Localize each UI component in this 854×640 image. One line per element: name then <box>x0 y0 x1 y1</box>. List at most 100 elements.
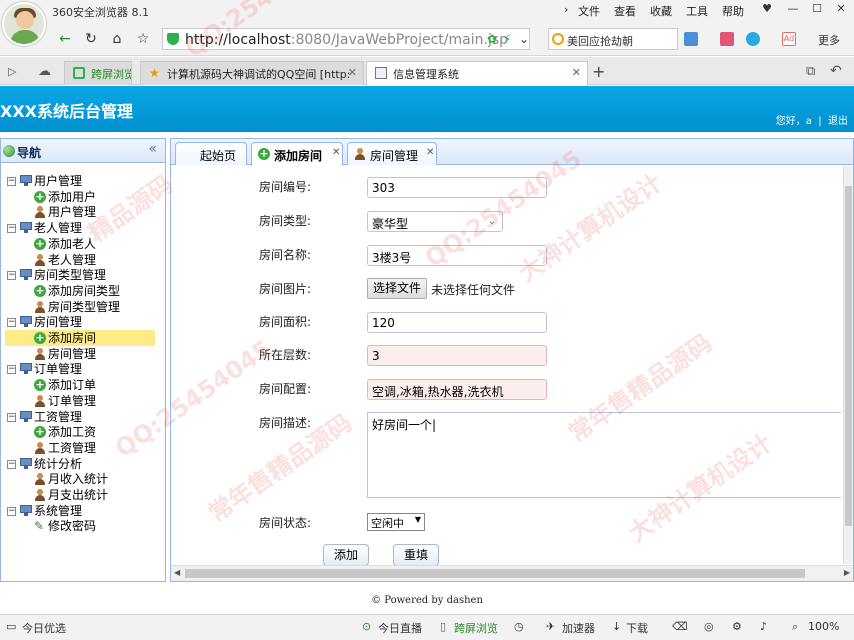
url-bar[interactable]: http://localhost:8080/JavaWebProject/mai… <box>162 28 530 50</box>
nav-item[interactable]: 工资管理 <box>5 440 155 456</box>
nav-item[interactable]: 月支出统计 <box>5 487 155 503</box>
scroll-left-icon[interactable]: ◀ <box>174 568 180 577</box>
add-button[interactable]: 添加 <box>323 544 369 566</box>
search-box[interactable]: 美回应抢劫朝 <box>548 28 678 50</box>
user-avatar[interactable] <box>2 2 46 46</box>
tab-add-room[interactable]: + 添加房间 ✕ <box>251 142 343 166</box>
extension-translate-icon[interactable] <box>720 32 734 46</box>
menu-chevron-icon[interactable]: › <box>564 3 568 16</box>
reset-button[interactable]: 重填 <box>393 544 439 566</box>
more-menu[interactable]: 更多 <box>818 32 840 48</box>
minimize-icon[interactable]: — <box>782 2 804 18</box>
cleanup-icon[interactable]: ⌫ <box>672 620 688 633</box>
room-area-input[interactable]: 120 <box>367 312 547 333</box>
collapse-toggle-icon[interactable]: − <box>7 365 16 375</box>
clock-icon[interactable]: ◷ <box>514 620 524 633</box>
sound-icon[interactable]: ♪ <box>760 620 767 633</box>
speed-mode-icon[interactable]: ⚡ <box>503 32 511 46</box>
home-icon[interactable]: ⌂ <box>108 30 126 48</box>
collapse-toggle-icon[interactable]: − <box>7 177 16 186</box>
nav-group[interactable]: − 老人管理 <box>1 220 165 236</box>
collapse-toggle-icon[interactable]: − <box>7 506 16 516</box>
skin-icon[interactable]: ♥ <box>756 2 778 18</box>
scroll-right-icon[interactable]: ▶ <box>844 568 850 577</box>
nav-item[interactable]: + 添加订单 <box>5 377 155 393</box>
nav-group[interactable]: − 房间类型管理 <box>1 267 165 283</box>
menu-view[interactable]: 查看 <box>614 3 636 19</box>
nav-item[interactable]: 房间类型管理 <box>5 299 155 315</box>
status-cross-screen[interactable]: 跨屏浏览 <box>454 620 498 636</box>
nav-item[interactable]: + 添加用户 <box>5 189 155 205</box>
status-accelerator[interactable]: 加速器 <box>562 620 595 636</box>
close-window-icon[interactable]: ✕ <box>830 2 852 18</box>
collapse-toggle-icon[interactable]: − <box>7 459 16 469</box>
cloud-icon[interactable]: ☁ <box>38 64 51 79</box>
nav-item[interactable]: + 添加房间 <box>5 330 155 346</box>
compat-mode-icon[interactable]: ✿ <box>487 32 497 46</box>
today-picks[interactable]: 今日优选 <box>22 620 66 636</box>
horizontal-scrollbar[interactable]: ◀ ▶ <box>171 565 853 581</box>
nav-group[interactable]: − 系统管理 <box>1 503 165 519</box>
floor-input[interactable]: 3 <box>367 345 547 366</box>
menu-file[interactable]: 文件 <box>578 3 600 19</box>
menu-help[interactable]: 帮助 <box>722 3 744 19</box>
tab-home[interactable]: 起始页 <box>175 142 247 165</box>
nav-item[interactable]: + 添加老人 <box>5 236 155 252</box>
nav-group[interactable]: − 工资管理 <box>1 409 165 425</box>
nav-item[interactable]: 老人管理 <box>5 252 155 268</box>
nav-item[interactable]: 月收入统计 <box>5 471 155 487</box>
collapse-toggle-icon[interactable]: − <box>7 271 16 281</box>
nav-item[interactable]: 房间管理 <box>5 346 155 362</box>
vertical-scrollbar[interactable] <box>843 166 853 564</box>
back-icon[interactable]: ← <box>56 30 74 48</box>
collapse-icon[interactable]: « <box>148 141 157 157</box>
room-no-input[interactable]: 303 <box>367 177 547 198</box>
browser-tab-cross-screen[interactable]: 跨屏浏览 <box>64 61 132 85</box>
close-tab-icon[interactable]: ✕ <box>348 66 357 79</box>
collapse-toggle-icon[interactable]: − <box>7 318 16 328</box>
tools-icon[interactable]: ⚙ <box>732 620 742 633</box>
browser-tab-qq-space[interactable]: ★ 计算机源码大神调试的QQ空间 [http: ✕ <box>140 61 364 85</box>
sidebar-toggle-icon[interactable]: ▷ <box>8 65 16 78</box>
collapse-toggle-icon[interactable]: − <box>7 412 16 422</box>
nav-item[interactable]: + 添加工资 <box>5 424 155 440</box>
nav-item[interactable]: ✎ 修改密码 <box>5 518 155 534</box>
logout-link[interactable]: 退出 <box>828 116 848 127</box>
nav-item[interactable]: + 添加房间类型 <box>5 283 155 299</box>
nav-item[interactable]: 订单管理 <box>5 393 155 409</box>
tab-room-manage[interactable]: 房间管理 ✕ <box>347 142 437 165</box>
status-live[interactable]: 今日直播 <box>378 620 422 636</box>
restore-tabs-icon[interactable]: ⧉ <box>806 64 815 79</box>
extension-app-icon[interactable] <box>684 32 698 46</box>
browser-tab-info-system[interactable]: 信息管理系统 ✕ <box>366 61 588 86</box>
close-tab-icon[interactable]: ✕ <box>332 147 340 158</box>
desc-textarea[interactable]: 好房间一个| <box>367 412 841 498</box>
undo-close-icon[interactable]: ↶ <box>830 63 842 79</box>
choose-file-button[interactable]: 选择文件 <box>367 278 427 299</box>
nav-group[interactable]: − 统计分析 <box>1 456 165 472</box>
nav-item[interactable]: 用户管理 <box>5 204 155 220</box>
maximize-icon[interactable]: ☐ <box>806 2 828 18</box>
today-picks-icon[interactable]: ▭ <box>6 620 16 633</box>
new-tab-icon[interactable]: + <box>592 62 605 81</box>
mute-icon[interactable]: ◎ <box>704 620 714 633</box>
adblock-icon[interactable]: Ad <box>782 32 796 46</box>
refresh-icon[interactable]: ↻ <box>82 30 100 48</box>
nav-group[interactable]: − 用户管理 <box>1 173 165 189</box>
nav-group[interactable]: − 订单管理 <box>1 361 165 377</box>
menu-tools[interactable]: 工具 <box>686 3 708 19</box>
status-select[interactable]: 空闲中 ▼ <box>367 513 425 531</box>
nav-group[interactable]: − 房间管理 <box>1 314 165 330</box>
menu-favorites[interactable]: 收藏 <box>650 3 672 19</box>
collapse-toggle-icon[interactable]: − <box>7 224 16 234</box>
room-type-select[interactable]: 豪华型 ⌄ <box>367 211 503 232</box>
close-tab-icon[interactable]: ✕ <box>426 147 434 158</box>
star-icon[interactable]: ☆ <box>134 30 152 48</box>
extension-globe-icon[interactable] <box>746 32 760 46</box>
status-download[interactable]: 下载 <box>626 620 648 636</box>
close-tab-icon[interactable]: ✕ <box>572 66 581 79</box>
room-name-input[interactable]: 3楼3号 <box>367 245 547 266</box>
zoom-level[interactable]: 100% <box>808 620 839 633</box>
config-input[interactable]: 空调,冰箱,热水器,洗衣机 <box>367 379 547 400</box>
url-dropdown-icon[interactable]: ⌄ <box>519 32 529 46</box>
